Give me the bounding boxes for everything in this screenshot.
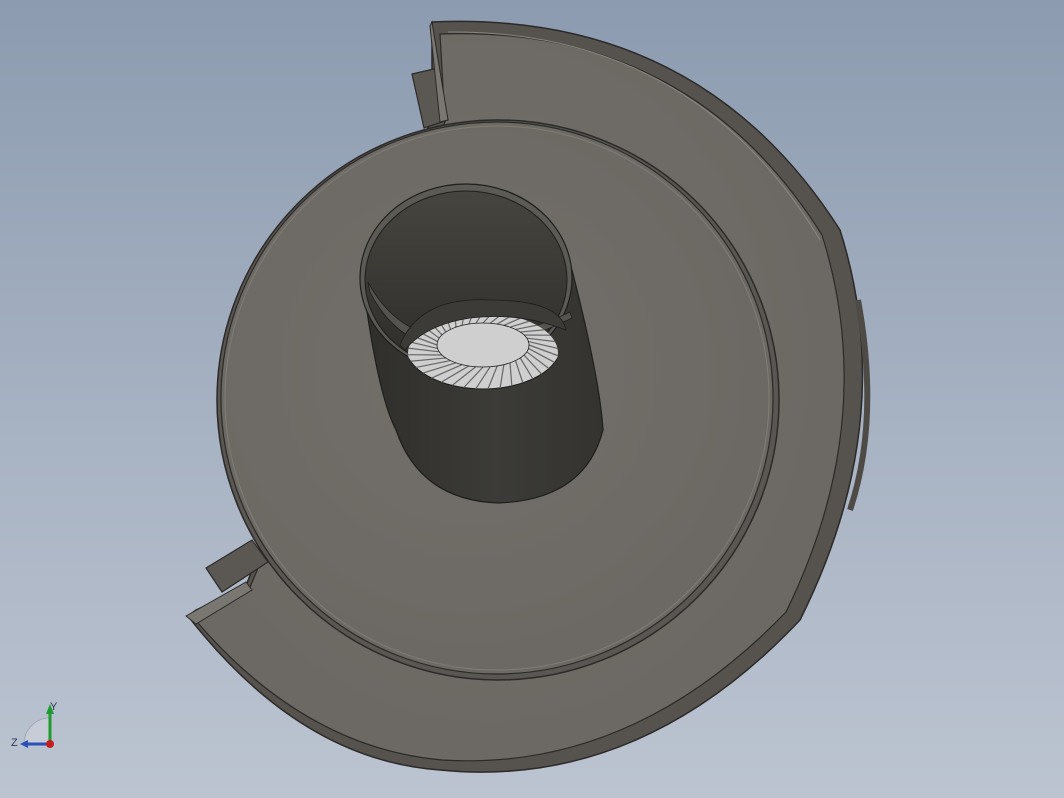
graphics-viewport[interactable]	[0, 0, 1064, 798]
model-view[interactable]	[0, 0, 1064, 798]
reference-triad: Y Z	[8, 698, 68, 758]
y-axis-label: Y	[50, 701, 58, 713]
triad-origin	[46, 740, 54, 748]
z-axis-label: Z	[11, 737, 18, 749]
